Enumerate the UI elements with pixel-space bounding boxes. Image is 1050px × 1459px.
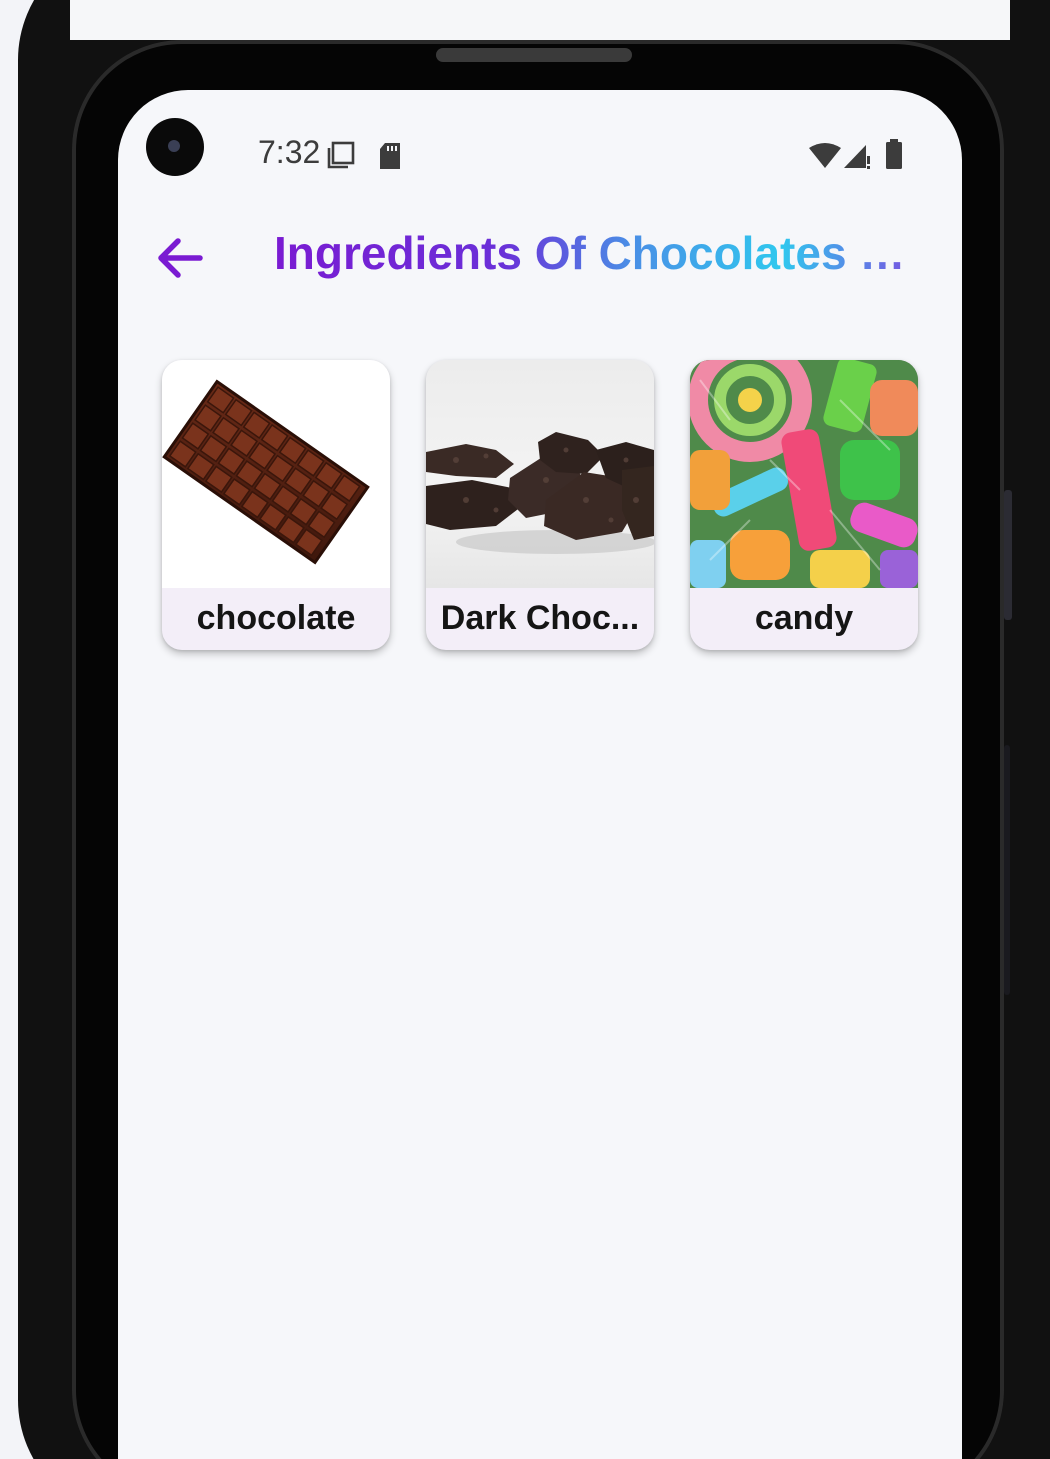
ingredient-card-candy[interactable]: candy: [690, 360, 918, 650]
ingredient-card-dark-chocolate[interactable]: Dark Choc...: [426, 360, 654, 650]
screen-icon: [327, 141, 355, 169]
back-button[interactable]: [152, 230, 208, 286]
status-time: 7:32: [258, 134, 321, 170]
sd-card-icon: [380, 143, 400, 169]
earpiece-speaker: [436, 48, 632, 62]
battery-icon: [886, 139, 902, 169]
phone-top-strip: [70, 0, 1010, 40]
phone-screen: 7:32 Ingredients Of Chocolates & ... cho…: [118, 90, 962, 1459]
dark-chocolate-image: [426, 360, 654, 588]
ingredient-card-chocolate[interactable]: chocolate: [162, 360, 390, 650]
page: 7:32 Ingredients Of Chocolates & ... cho…: [0, 0, 1050, 1459]
wifi-icon: [809, 143, 841, 168]
volume-button: [1004, 745, 1010, 995]
page-title: Ingredients Of Chocolates & ...: [274, 227, 924, 279]
ingredients-grid: chocolate Dark Choc... candy: [162, 360, 922, 660]
front-camera: [146, 118, 204, 176]
app-bar: Ingredients Of Chocolates & ...: [118, 220, 962, 300]
ingredient-label: chocolate: [196, 599, 356, 637]
ingredient-label: Dark Choc...: [440, 599, 640, 637]
power-button: [1004, 490, 1012, 620]
arrow-left-icon: [158, 238, 203, 278]
candy-image: [690, 360, 918, 588]
status-bar: 7:32: [118, 90, 962, 220]
chocolate-bar-image: [162, 360, 390, 588]
ingredient-label: candy: [754, 599, 854, 637]
signal-icon: [844, 145, 870, 169]
